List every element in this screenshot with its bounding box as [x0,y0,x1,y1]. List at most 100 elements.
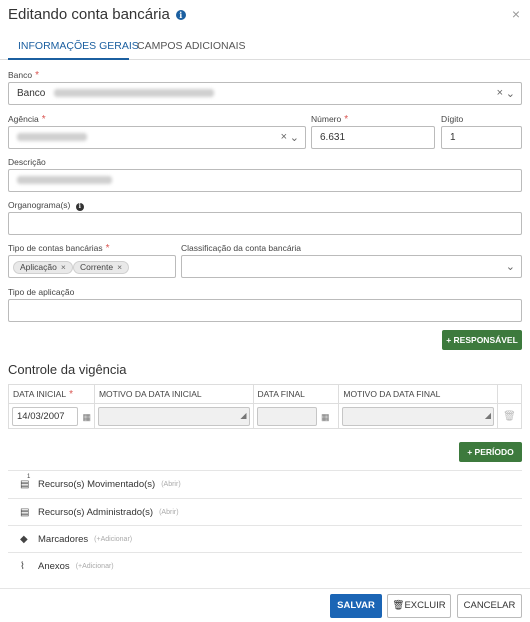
descricao-input[interactable] [8,169,522,192]
numero-label-text: Número [311,114,342,124]
accordion-label: Marcadores [38,534,89,545]
digito-value: 1 [450,132,456,143]
info-icon[interactable]: i [175,9,186,20]
banco-label-text: Banco [8,70,33,80]
classificacao-label: Classificação da conta bancária [181,243,302,253]
chevron-down-icon[interactable]: ⌄ [506,260,515,273]
agencia-label: Agência * [8,114,46,125]
table-cell: 14/03/2007 ▦ [8,403,95,429]
resize-handle-icon[interactable]: ◢ [485,407,491,424]
modal-title: Editando conta bancária i [8,6,186,23]
required-mark: * [105,243,110,254]
organograma-input[interactable] [8,212,522,235]
accordion-hint[interactable]: (Abrir) [159,509,178,516]
chip-label: Aplicação [20,262,57,272]
chip-label: Corrente [80,262,114,272]
accordion-marcadores[interactable]: ◆ Marcadores (+Adicionar) [8,525,522,553]
data-inicial-input[interactable]: 14/03/2007 ▦ [12,406,91,426]
descricao-value [17,175,112,186]
column-header: DATA INICIAL * [8,384,95,404]
add-responsavel-button[interactable]: + RESPONSÁVEL [442,330,522,350]
delete-button[interactable]: 🗑EXCLUIR [387,594,451,618]
column-header-text: DATA INICIAL [13,388,67,399]
footer-divider [0,588,530,589]
chip-corrente: Corrente × [73,261,130,274]
digito-label: Dígito [441,114,464,124]
active-tab-indicator [8,58,129,60]
modal-header: Editando conta bancária i × [0,0,530,28]
remove-chip-icon[interactable]: × [117,262,122,272]
numero-value: 6.631 [320,132,346,143]
required-mark: * [69,388,73,400]
chevron-down-icon[interactable]: ⌄ [290,131,299,144]
modal-title-text: Editando conta bancária [8,6,170,23]
calendar-icon[interactable]: ▦ [82,409,91,426]
agencia-value [17,132,87,143]
accordion-recursos-movimentados[interactable]: ▤ 1 Recurso(s) Movimentado(s) (Abrir) [8,470,522,498]
data-inicial-value: 14/03/2007 [17,410,65,422]
table-cell: ▦ [252,403,340,429]
delete-button-label: EXCLUIR [404,600,446,611]
tipo-contas-label: Tipo de contas bancárias * [8,243,110,254]
numero-label: Número * [311,114,348,125]
tipo-aplicacao-input[interactable] [8,299,522,322]
tipo-aplicacao-label: Tipo de aplicação [8,287,75,297]
table-cell: ◢ [338,403,498,429]
required-mark: * [344,114,349,125]
digito-input[interactable]: 1 [441,126,522,149]
accordion-label: Recurso(s) Movimentado(s) [38,479,156,490]
motivo-final-input[interactable]: ◢ [342,406,494,426]
clear-icon[interactable]: × [497,87,503,99]
column-header: DATA FINAL [252,384,340,404]
accordion-hint[interactable]: (+Adicionar) [94,536,132,543]
tipo-contas-multiselect[interactable]: Aplicação × Corrente × [8,255,176,278]
close-icon[interactable]: × [512,6,520,22]
banco-select[interactable]: Banco × ⌄ [8,82,522,105]
tab-bar: INFORMAÇÕES GERAIS CAMPOS ADICIONAIS [0,34,530,60]
clear-icon[interactable]: × [281,131,287,143]
banco-value: Banco [17,88,215,99]
column-header-actions [496,384,523,404]
agencia-label-text: Agência [8,114,39,124]
file-icon: ▤ [20,507,30,518]
banco-label: Banco * [8,70,39,81]
required-mark: * [41,114,46,125]
cancel-button[interactable]: CANCELAR [457,594,522,618]
tab-campos-adicionais[interactable]: CAMPOS ADICIONAIS [137,40,246,52]
tipo-contas-label-text: Tipo de contas bancárias [8,243,103,253]
info-icon[interactable]: i [75,203,84,211]
accordion-anexos[interactable]: ⌇ Anexos (+Adicionar) [8,552,522,580]
vigencia-table: DATA INICIAL * MOTIVO DA DATA INICIAL DAT… [8,384,523,429]
add-periodo-button[interactable]: + PERÍODO [459,442,522,462]
accordion-recursos-administrados[interactable]: ▤ Recurso(s) Administrado(s) (Abrir) [8,498,522,526]
descricao-label: Descrição [8,157,46,167]
remove-chip-icon[interactable]: × [61,262,66,272]
count-badge: 1 [27,474,31,480]
column-header: MOTIVO DA DATA FINAL [338,384,498,404]
calendar-icon[interactable]: ▦ [321,409,330,426]
chevron-down-icon[interactable]: ⌄ [506,87,515,100]
accordion-hint[interactable]: (+Adicionar) [76,563,114,570]
trash-icon[interactable]: 🗑 [496,403,523,429]
numero-input[interactable]: 6.631 [311,126,435,149]
file-icon: ▤ 1 [20,474,31,490]
paperclip-icon: ⌇ [20,561,25,572]
banco-value-prefix: Banco [17,88,46,99]
required-mark: * [35,70,40,81]
motivo-inicial-input[interactable]: ◢ [97,406,250,426]
table-cell: ◢ [93,403,254,429]
column-header: MOTIVO DA DATA INICIAL [93,384,254,404]
agencia-select[interactable]: × ⌄ [8,126,306,149]
tag-icon: ◆ [20,534,28,545]
data-final-input[interactable]: ▦ [256,406,330,426]
blurred-agency [17,133,87,142]
table-row: 14/03/2007 ▦ ◢ ▦ ◢ 🗑 [8,403,523,429]
tab-informacoes-gerais[interactable]: INFORMAÇÕES GERAIS [18,40,139,52]
accordion-label: Recurso(s) Administrado(s) [38,507,154,518]
save-button[interactable]: SALVAR [330,594,382,618]
accordion-hint[interactable]: (Abrir) [161,481,180,488]
chip-aplicacao: Aplicação × [13,261,73,274]
organograma-label: Organograma(s) i [8,200,84,211]
resize-handle-icon[interactable]: ◢ [240,407,246,424]
classificacao-select[interactable]: ⌄ [181,255,522,278]
